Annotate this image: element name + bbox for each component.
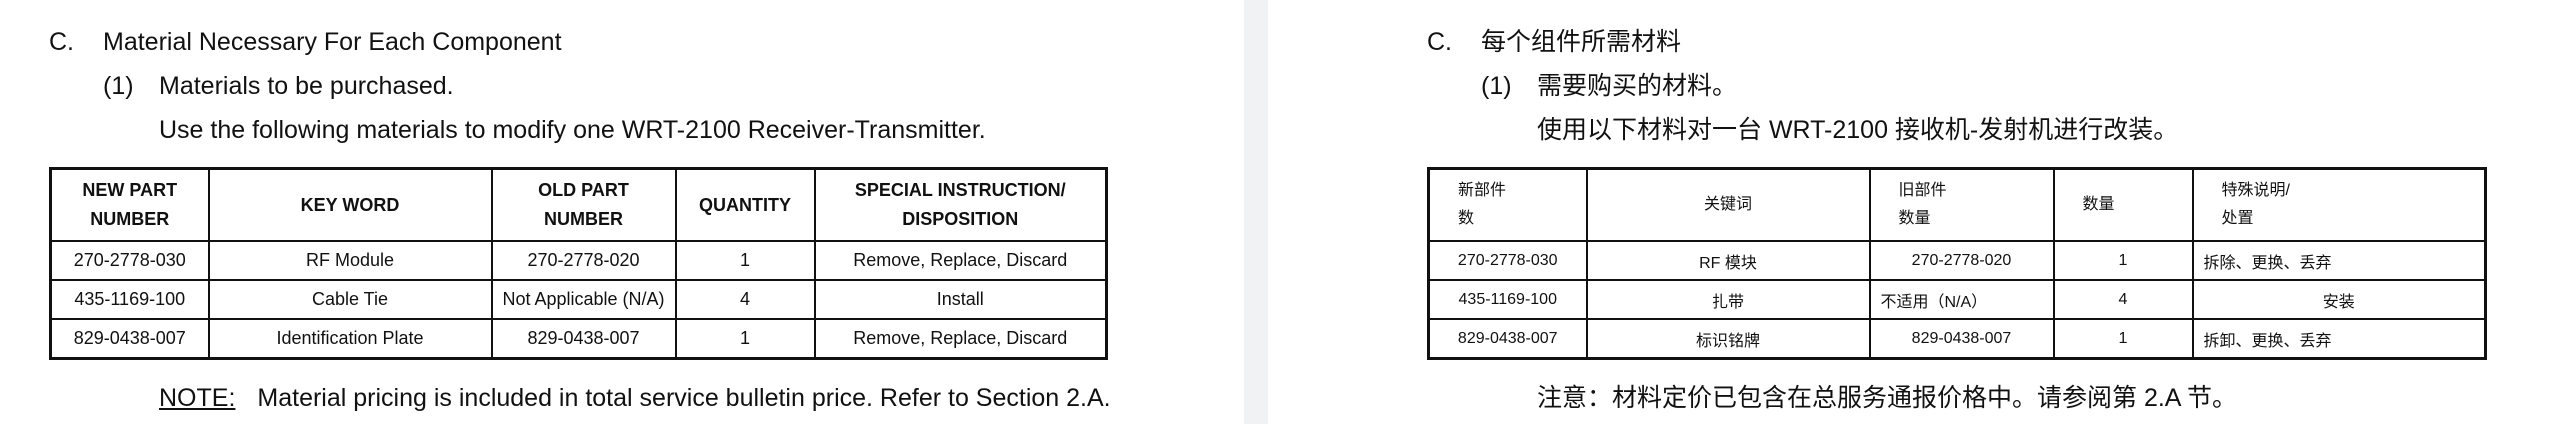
sub-number-zh: (1) — [1481, 72, 1512, 100]
cell-new-part: 829-0438-007 — [49, 318, 210, 360]
sub-number: (1) — [103, 72, 134, 100]
cell-old-part: 829-0438-007 — [1868, 318, 2055, 360]
cell-new-part: 270-2778-030 — [1427, 240, 1588, 281]
cell-quantity: 1 — [2052, 318, 2194, 360]
header-key-word: KEY WORD — [207, 167, 493, 242]
cell-old-part: 829-0438-007 — [490, 318, 677, 360]
note-text: Material pricing is included in total se… — [257, 384, 1111, 412]
table-header-row: NEW PART NUMBER KEY WORD OLD PART NUMBER Q… — [49, 167, 1108, 242]
cell-key-word: RF Module — [207, 240, 493, 281]
header-new-part-number: NEW PART NUMBER — [49, 167, 210, 242]
materials-table-zh: 新部件数 关键词 旧部件 数量 数量 特殊说明/处置 270-2778-030 R… — [1427, 167, 2487, 360]
header-key-word-zh: 关键词 — [1585, 167, 1871, 242]
cell-quantity: 1 — [2052, 240, 2194, 281]
cell-key-word: 扎带 — [1585, 279, 1871, 320]
table-row: 435-1169-100 Cable Tie Not Applicable (N… — [49, 279, 1108, 320]
sub-title-zh: 需要购买的材料。 — [1537, 72, 1738, 100]
cell-disposition: 安装 — [2191, 279, 2487, 320]
cell-quantity: 1 — [674, 240, 816, 281]
header-new-part-number-zh: 新部件数 — [1427, 167, 1588, 242]
cell-key-word: Cable Tie — [207, 279, 493, 320]
instruction-text-zh: 使用以下材料对一台 WRT-2100 接收机-发射机进行改装。 — [1537, 116, 2179, 144]
cell-disposition: 拆卸、更换、丢弃 — [2191, 318, 2487, 360]
cell-old-part: Not Applicable (N/A) — [490, 279, 677, 320]
cell-new-part: 270-2778-030 — [49, 240, 210, 281]
header-old-part-number: OLD PART NUMBER — [490, 167, 677, 242]
note: NOTE: Material pricing is included in tot… — [159, 382, 1111, 414]
note-label: NOTE: — [159, 384, 236, 412]
sub-heading: (1) Materials to be purchased. — [103, 70, 454, 102]
table-row: 270-2778-030 RF Module 270-2778-020 1 Re… — [49, 240, 1108, 281]
cell-disposition: Remove, Replace, Discard — [813, 240, 1108, 281]
cell-key-word: RF 模块 — [1585, 240, 1871, 281]
cell-quantity: 1 — [674, 318, 816, 360]
cell-new-part: 435-1169-100 — [1427, 279, 1588, 320]
cell-old-part: 不适用（N/A） — [1868, 279, 2055, 320]
cell-key-word: 标识铭牌 — [1585, 318, 1871, 360]
cell-key-word: Identification Plate — [207, 318, 493, 360]
sub-heading-zh: (1) 需要购买的材料。 — [1481, 70, 1737, 102]
section-heading: C. Material Necessary For Each Component — [49, 26, 562, 58]
page-divider — [1244, 0, 1268, 424]
cell-disposition: 拆除、更换、丢弃 — [2191, 240, 2487, 281]
header-special-instruction-zh: 特殊说明/处置 — [2191, 167, 2487, 242]
cell-new-part: 435-1169-100 — [49, 279, 210, 320]
cell-disposition: Install — [813, 279, 1108, 320]
header-old-part-number-zh: 旧部件 数量 — [1868, 167, 2055, 242]
section-title: Material Necessary For Each Component — [103, 28, 562, 56]
table-row: 829-0438-007 Identification Plate 829-04… — [49, 318, 1108, 360]
note-zh: 注意：材料定价已包含在总服务通报价格中。请参阅第 2.A 节。 — [1537, 384, 2238, 412]
cell-new-part: 829-0438-007 — [1427, 318, 1588, 360]
cell-old-part: 270-2778-020 — [1868, 240, 2055, 281]
header-quantity: QUANTITY — [674, 167, 816, 242]
english-page: C. Material Necessary For Each Component … — [0, 0, 1244, 424]
materials-table: NEW PART NUMBER KEY WORD OLD PART NUMBER Q… — [49, 167, 1108, 360]
cell-quantity: 4 — [2052, 279, 2194, 320]
header-special-instruction: SPECIAL INSTRUCTION/DISPOSITION — [813, 167, 1108, 242]
instruction-text: Use the following materials to modify on… — [159, 116, 986, 144]
header-quantity-zh: 数量 — [2052, 167, 2194, 242]
section-heading-zh: C. 每个组件所需材料 — [1427, 26, 1681, 58]
cell-quantity: 4 — [674, 279, 816, 320]
table-row: 435-1169-100 扎带 不适用（N/A） 4 安装 — [1427, 279, 2487, 320]
section-title-zh: 每个组件所需材料 — [1481, 28, 1682, 56]
table-row: 829-0438-007 标识铭牌 829-0438-007 1 拆卸、更换、丢… — [1427, 318, 2487, 360]
cell-old-part: 270-2778-020 — [490, 240, 677, 281]
table-header-row: 新部件数 关键词 旧部件 数量 数量 特殊说明/处置 — [1427, 167, 2487, 242]
section-letter-zh: C. — [1427, 28, 1452, 56]
cell-disposition: Remove, Replace, Discard — [813, 318, 1108, 360]
section-letter: C. — [49, 28, 74, 56]
table-row: 270-2778-030 RF 模块 270-2778-020 1 拆除、更换、… — [1427, 240, 2487, 281]
sub-title: Materials to be purchased. — [159, 72, 454, 100]
